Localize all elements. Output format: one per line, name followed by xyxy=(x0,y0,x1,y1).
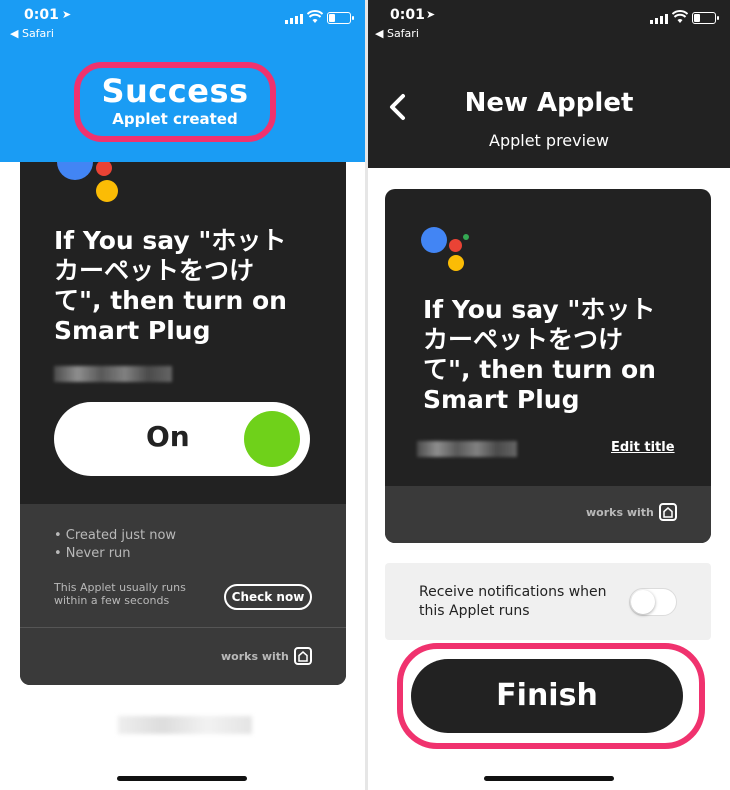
usually-runs-text: This Applet usually runs within a few se… xyxy=(54,581,186,607)
applet-title-line: カーペットをつけ xyxy=(54,256,255,285)
status-bar: 0:01 ➤ ◀ Safari xyxy=(368,0,730,46)
toggle-label: On xyxy=(146,420,190,453)
location-icon: ➤ xyxy=(426,8,436,21)
back-to-safari-link[interactable]: ◀ Safari xyxy=(10,27,54,40)
run-status: • Never run xyxy=(54,546,131,561)
signal-icon xyxy=(650,13,668,24)
blurred-author xyxy=(417,441,517,457)
divider xyxy=(20,627,346,628)
location-icon: ➤ xyxy=(62,8,72,21)
works-with-label: works with xyxy=(586,506,654,519)
finish-button[interactable]: Finish xyxy=(411,659,683,733)
applet-preview-card: If You say "ホット カーペットをつけ て", then turn o… xyxy=(385,189,711,543)
created-status: • Created just now xyxy=(54,528,177,543)
back-to-safari-link[interactable]: ◀ Safari xyxy=(375,27,419,40)
applet-title-line: If You say "ホット xyxy=(54,226,287,255)
status-bar: 0:01 ➤ ◀ Safari xyxy=(0,0,365,46)
wifi-icon xyxy=(672,10,688,23)
notification-toggle[interactable] xyxy=(629,588,677,616)
battery-icon xyxy=(327,12,354,24)
right-screen: 0:01 ➤ ◀ Safari New Applet Applet previe… xyxy=(368,0,730,790)
home-indicator[interactable] xyxy=(117,776,247,781)
success-subtitle: Applet created xyxy=(112,110,238,128)
signal-icon xyxy=(285,13,303,24)
applet-title-line: If You say "ホット xyxy=(423,295,656,324)
battery-icon xyxy=(692,12,719,24)
works-with-label: works with xyxy=(221,650,289,663)
wifi-icon xyxy=(307,10,323,23)
nav-header: 0:01 ➤ ◀ Safari New Applet Applet previe… xyxy=(368,0,730,168)
applet-title-line: Smart Plug xyxy=(54,316,211,345)
home-icon xyxy=(294,647,312,665)
home-indicator[interactable] xyxy=(484,776,614,781)
applet-status-section: • Created just now • Never run This Appl… xyxy=(20,504,346,685)
check-now-button[interactable]: Check now xyxy=(224,584,312,610)
applet-title: If You say "ホット カーペットをつけ て", then turn o… xyxy=(423,295,656,415)
notification-label: Receive notifications when this Applet r… xyxy=(419,584,607,619)
applet-on-toggle[interactable]: On xyxy=(54,402,310,476)
blurred-author xyxy=(54,366,172,382)
page-subtitle: Applet preview xyxy=(489,131,609,150)
notification-setting: Receive notifications when this Applet r… xyxy=(385,563,711,640)
edit-title-link[interactable]: Edit title xyxy=(611,440,675,455)
page-title: New Applet xyxy=(464,88,634,118)
applet-title-line: カーペットをつけ xyxy=(423,325,624,354)
applet-title-line: て", then turn on xyxy=(54,286,287,315)
success-highlight: Success Applet created xyxy=(74,62,276,142)
toggle-knob xyxy=(631,590,655,614)
success-title: Success xyxy=(101,72,249,110)
applet-title: If You say "ホット カーペットをつけ て", then turn o… xyxy=(54,226,287,346)
applet-title-line: Smart Plug xyxy=(423,385,580,414)
status-time: 0:01 xyxy=(24,7,59,23)
applet-title-line: て", then turn on xyxy=(423,355,656,384)
home-icon xyxy=(659,503,677,521)
works-with-footer: works with xyxy=(385,486,711,543)
left-screen: 0:01 ➤ ◀ Safari Success Applet created I… xyxy=(0,0,365,790)
applet-card: If You say "ホット カーペットをつけ て", then turn o… xyxy=(20,162,346,685)
toggle-knob xyxy=(244,411,300,467)
success-banner: 0:01 ➤ ◀ Safari Success Applet created xyxy=(0,0,365,162)
blurred-footer-text xyxy=(118,716,252,734)
status-time: 0:01 xyxy=(390,7,425,23)
